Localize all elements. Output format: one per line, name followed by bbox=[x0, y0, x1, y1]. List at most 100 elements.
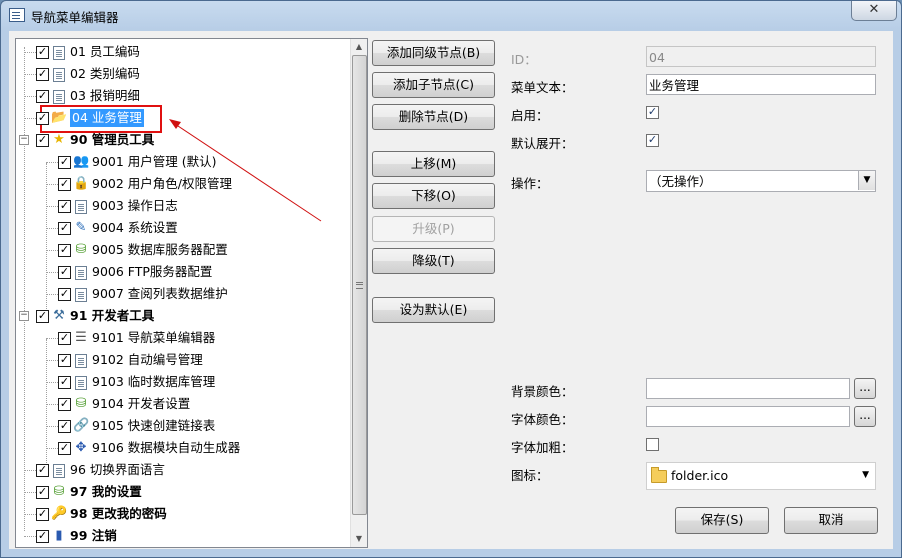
db-icon: ⛁ bbox=[75, 396, 87, 411]
node-checkbox[interactable]: ✓ bbox=[58, 178, 71, 191]
scroll-thumb[interactable] bbox=[352, 55, 367, 515]
node-checkbox[interactable]: ✓ bbox=[36, 46, 49, 59]
tree-node[interactable]: ✓ ▮ 99 注销 bbox=[16, 525, 346, 547]
action-select[interactable]: （无操作） ▼ bbox=[646, 170, 876, 192]
tree-node[interactable]: ✓ 🔑 98 更改我的密码 bbox=[16, 503, 346, 525]
promote-button[interactable]: 升级(P) bbox=[372, 216, 495, 242]
cancel-button[interactable]: 取消 bbox=[784, 507, 878, 534]
save-button[interactable]: 保存(S) bbox=[675, 507, 769, 534]
tree-node[interactable]: ✓ 🔒 9002 用户角色/权限管理 bbox=[16, 173, 346, 195]
tree-connector bbox=[46, 206, 58, 207]
document-icon bbox=[73, 352, 89, 368]
node-checkbox[interactable]: ✓ bbox=[58, 222, 71, 235]
chevron-down-icon[interactable]: ▼ bbox=[862, 470, 869, 480]
document-icon bbox=[51, 44, 67, 60]
demote-button[interactable]: 降级(T) bbox=[372, 248, 495, 274]
bg-color-input[interactable] bbox=[646, 378, 850, 399]
tree-node[interactable]: ✓ ⛁ 9005 数据库服务器配置 bbox=[16, 239, 346, 261]
move-up-button[interactable]: 上移(M) bbox=[372, 151, 495, 177]
node-checkbox[interactable]: ✓ bbox=[58, 420, 71, 433]
tree-node[interactable]: ✓ 9006 FTP服务器配置 bbox=[16, 261, 346, 283]
collapse-icon[interactable]: − bbox=[19, 135, 29, 145]
tree-node[interactable]: ✓ 01 员工编码 bbox=[16, 41, 346, 63]
menu-text-label: 菜单文本： bbox=[511, 80, 574, 95]
node-checkbox[interactable]: ✓ bbox=[58, 376, 71, 389]
tree-connector bbox=[46, 338, 58, 339]
tree-node[interactable]: ✓ 9003 操作日志 bbox=[16, 195, 346, 217]
tree-node[interactable]: ✓ ✎ 9004 系统设置 bbox=[16, 217, 346, 239]
tree-node-label: 9101 导航菜单编辑器 bbox=[92, 330, 216, 345]
tree-connector bbox=[46, 448, 58, 449]
document-icon bbox=[73, 374, 89, 390]
scroll-down-icon[interactable]: ▼ bbox=[351, 531, 367, 547]
tree-node[interactable]: ✓ 96 切换界面语言 bbox=[16, 459, 346, 481]
close-button[interactable]: ✕ bbox=[851, 1, 897, 21]
collapse-icon[interactable]: − bbox=[19, 311, 29, 321]
set-default-button[interactable]: 设为默认(E) bbox=[372, 297, 495, 323]
node-checkbox[interactable]: ✓ bbox=[36, 68, 49, 81]
tree-node[interactable]: ✓ 📂 04 业务管理 bbox=[16, 107, 346, 129]
node-checkbox[interactable]: ✓ bbox=[58, 200, 71, 213]
delete-node-button[interactable]: 删除节点(D) bbox=[372, 104, 495, 130]
tree-node[interactable]: ✓ 9007 查阅列表数据维护 bbox=[16, 283, 346, 305]
tree-node[interactable]: ✓ 03 报销明细 bbox=[16, 85, 346, 107]
tree-node[interactable]: ✓ ⛁ 9104 开发者设置 bbox=[16, 393, 346, 415]
node-checkbox[interactable]: ✓ bbox=[58, 332, 71, 345]
node-checkbox[interactable]: ✓ bbox=[36, 486, 49, 499]
title-bar[interactable]: 导航菜单编辑器 ✕ bbox=[1, 1, 901, 31]
tree-node[interactable]: ✓ 9102 自动编号管理 bbox=[16, 349, 346, 371]
node-checkbox[interactable]: ✓ bbox=[58, 398, 71, 411]
tree-node-label: 99 注销 bbox=[70, 528, 117, 543]
scroll-up-icon[interactable]: ▲ bbox=[351, 39, 367, 55]
edit-icon: ✎ bbox=[75, 220, 87, 235]
tree-scrollbar[interactable]: ▲ ▼ bbox=[350, 39, 367, 547]
tree-connector bbox=[24, 96, 36, 97]
node-checkbox[interactable]: ✓ bbox=[36, 90, 49, 103]
font-bold-label: 字体加粗： bbox=[511, 440, 574, 455]
tree-node-label: 90 管理员工具 bbox=[70, 132, 155, 147]
bg-color-picker-button[interactable]: ... bbox=[854, 378, 876, 399]
font-bold-checkbox[interactable] bbox=[646, 438, 659, 451]
node-checkbox[interactable]: ✓ bbox=[58, 354, 71, 367]
enabled-checkbox[interactable]: ✓ bbox=[646, 106, 659, 119]
tree-connector bbox=[46, 228, 58, 229]
font-color-input[interactable] bbox=[646, 406, 850, 427]
folder-open-icon: 📂 bbox=[51, 110, 68, 125]
document-icon bbox=[73, 264, 89, 280]
tree-node[interactable]: ✓ ✥ 9106 数据模块自动生成器 bbox=[16, 437, 346, 459]
add-child-button[interactable]: 添加子节点(C) bbox=[372, 72, 495, 98]
tree-connector bbox=[46, 184, 58, 185]
tree-node[interactable]: ✓ ☰ 9101 导航菜单编辑器 bbox=[16, 327, 346, 349]
tree-node[interactable]: ✓ ⛁ 97 我的设置 bbox=[16, 481, 346, 503]
node-checkbox[interactable]: ✓ bbox=[36, 508, 49, 521]
icon-select[interactable]: folder.ico ▼ bbox=[646, 462, 876, 490]
node-checkbox[interactable]: ✓ bbox=[36, 112, 49, 125]
tree-node[interactable]: − ✓ ⚒ 91 开发者工具 bbox=[16, 305, 346, 327]
chevron-down-icon[interactable]: ▼ bbox=[858, 171, 875, 190]
enabled-label: 启用： bbox=[511, 108, 549, 123]
node-checkbox[interactable]: ✓ bbox=[36, 134, 49, 147]
default-expand-checkbox[interactable]: ✓ bbox=[646, 134, 659, 147]
node-checkbox[interactable]: ✓ bbox=[36, 310, 49, 323]
node-checkbox[interactable]: ✓ bbox=[58, 244, 71, 257]
tree-connector bbox=[46, 162, 58, 163]
node-checkbox[interactable]: ✓ bbox=[58, 266, 71, 279]
font-color-picker-button[interactable]: ... bbox=[854, 406, 876, 427]
node-checkbox[interactable]: ✓ bbox=[58, 156, 71, 169]
tree-node[interactable]: ✓ 9103 临时数据库管理 bbox=[16, 371, 346, 393]
move-down-button[interactable]: 下移(O) bbox=[372, 183, 495, 209]
tree-connector bbox=[46, 294, 58, 295]
node-checkbox[interactable]: ✓ bbox=[58, 442, 71, 455]
node-checkbox[interactable]: ✓ bbox=[36, 464, 49, 477]
key-icon: 🔑 bbox=[51, 506, 68, 521]
add-sibling-button[interactable]: 添加同级节点(B) bbox=[372, 40, 495, 66]
tree-node-label: 91 开发者工具 bbox=[70, 308, 155, 323]
tree-node[interactable]: ✓ 👥 9001 用户管理 (默认) bbox=[16, 151, 346, 173]
node-checkbox[interactable]: ✓ bbox=[36, 530, 49, 543]
tree-node[interactable]: ✓ 🔗 9105 快速创建链接表 bbox=[16, 415, 346, 437]
node-checkbox[interactable]: ✓ bbox=[58, 288, 71, 301]
menu-text-input[interactable]: 业务管理 bbox=[646, 74, 876, 95]
menu-tree[interactable]: ▲ ▼ ✓ 01 员工编码 ✓ 02 类别编码 ✓ 03 报销明细 ✓ 📂 04 业务管理 − ✓ ★… bbox=[15, 38, 368, 548]
tree-node[interactable]: ✓ 02 类别编码 bbox=[16, 63, 346, 85]
tree-node[interactable]: − ✓ ★ 90 管理员工具 bbox=[16, 129, 346, 151]
